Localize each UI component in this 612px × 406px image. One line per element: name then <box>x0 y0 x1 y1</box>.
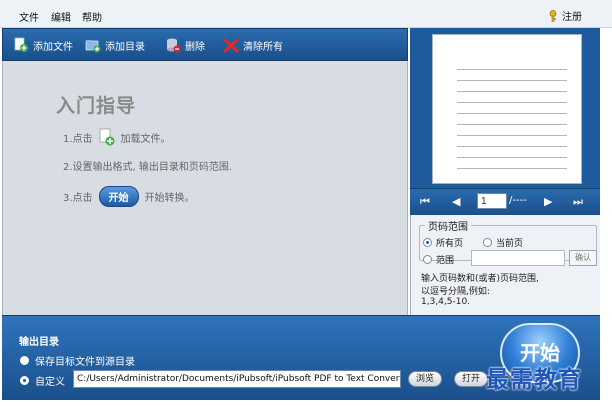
current-page-radio-dot[interactable] <box>483 238 492 247</box>
all-pages-radio-dot[interactable] <box>423 238 432 247</box>
range-label: 范围 <box>436 256 455 266</box>
preview-line <box>457 80 567 81</box>
guide-step-2: 2.设置输出格式, 输出目录和页码范围. <box>63 162 233 173</box>
range-input[interactable] <box>471 250 565 266</box>
save-to-source-label: 保存目标文件到源目录 <box>35 357 135 368</box>
clear-all-button[interactable]: 清除所有 <box>223 36 283 54</box>
browse-button[interactable]: 浏览 <box>408 371 443 387</box>
page-range-legend: 页码范围 <box>425 218 471 233</box>
preview-line <box>457 135 567 136</box>
first-page-icon[interactable]: ⏮ <box>420 195 430 209</box>
menu-bar: 文件 编辑 帮助 注册 <box>0 0 612 28</box>
preview-line <box>457 157 567 158</box>
step3-suffix: 开始转换。 <box>144 193 195 204</box>
confirm-button[interactable]: 确认 <box>569 250 597 266</box>
preview-line <box>457 91 567 92</box>
watermark-text: 最需教育 <box>486 366 582 393</box>
guide-step-1: 1.点击 加载文件。 <box>63 128 171 146</box>
getting-started-panel: 入门指导 1.点击 加载文件。 2.设置输出格式, 输出目录和页码范围. 3.点… <box>2 61 408 315</box>
range-hint-line2: 以逗号分隔,例如: <box>421 287 490 297</box>
next-page-icon[interactable]: ▶ <box>544 195 552 208</box>
add-file-button[interactable]: 添加文件 <box>13 36 73 54</box>
all-pages-label: 所有页 <box>436 239 464 249</box>
delete-label: 删除 <box>185 41 205 53</box>
main-toolbar: 添加文件 添加目录 删除 清除所有 <box>2 28 408 61</box>
guide-title: 入门指导 <box>56 95 137 117</box>
guide-step-3: 3.点击 开始 开始转换。 <box>63 186 195 207</box>
last-page-icon[interactable]: ⏭ <box>573 195 583 209</box>
output-path-input[interactable]: C:/Users/Administrator/Documents/iPubsof… <box>73 370 401 388</box>
register-button[interactable]: 注册 <box>548 8 582 23</box>
preview-line <box>457 124 567 125</box>
delete-icon <box>165 37 181 53</box>
page-navigator: ⏮ ◀ /---- ▶ ⏭ <box>410 188 600 215</box>
register-label: 注册 <box>562 12 582 23</box>
page-range-panel: 页码范围 所有页 当前页 范围 确认 输入页码数和(或者)页码范围, 以逗号分隔… <box>410 215 600 315</box>
key-icon <box>548 9 558 22</box>
page-number-input[interactable] <box>477 193 507 209</box>
all-pages-radio[interactable]: 所有页 <box>423 236 463 249</box>
add-file-label: 添加文件 <box>33 41 73 53</box>
output-title: 输出目录 <box>19 337 59 348</box>
save-to-source-radio[interactable]: 保存目标文件到源目录 <box>20 353 135 368</box>
preview-line <box>457 102 567 103</box>
range-radio[interactable]: 范围 <box>423 253 454 266</box>
page-preview <box>432 34 582 184</box>
preview-line <box>457 168 567 169</box>
menu-help[interactable]: 帮助 <box>82 9 102 24</box>
prev-page-icon[interactable]: ◀ <box>452 195 460 208</box>
custom-path-radio-dot[interactable] <box>20 376 29 385</box>
preview-line <box>457 113 567 114</box>
page-total: /---- <box>509 195 527 206</box>
save-to-source-radio-dot[interactable] <box>20 356 29 365</box>
add-directory-label: 添加目录 <box>105 41 145 53</box>
range-hint-line1: 输入页码数和(或者)页码范围, <box>421 274 539 284</box>
step1-suffix: 加载文件。 <box>120 133 171 145</box>
add-file-icon <box>99 128 115 146</box>
clear-all-label: 清除所有 <box>243 41 283 53</box>
current-page-label: 当前页 <box>496 239 524 249</box>
add-folder-icon <box>85 37 101 53</box>
preview-line <box>457 69 567 70</box>
add-directory-button[interactable]: 添加目录 <box>85 36 145 54</box>
guide-start-pill: 开始 <box>98 186 139 207</box>
step3-prefix: 3.点击 <box>63 193 93 204</box>
menu-edit[interactable]: 编辑 <box>51 9 71 24</box>
menu-file[interactable]: 文件 <box>19 9 39 24</box>
custom-path-label: 自定义 <box>35 377 65 388</box>
range-hint-line3: 1,3,4,5-10. <box>421 297 471 307</box>
range-radio-dot[interactable] <box>423 255 432 264</box>
current-page-radio[interactable]: 当前页 <box>483 236 523 249</box>
preview-line <box>457 146 567 147</box>
open-button[interactable]: 打开 <box>454 371 489 387</box>
step1-prefix: 1.点击 <box>63 133 93 145</box>
delete-button[interactable]: 删除 <box>165 36 205 54</box>
preview-panel <box>410 28 600 188</box>
clear-x-icon <box>223 37 239 53</box>
custom-path-radio[interactable]: 自定义 <box>20 373 65 388</box>
add-file-icon <box>13 37 29 53</box>
